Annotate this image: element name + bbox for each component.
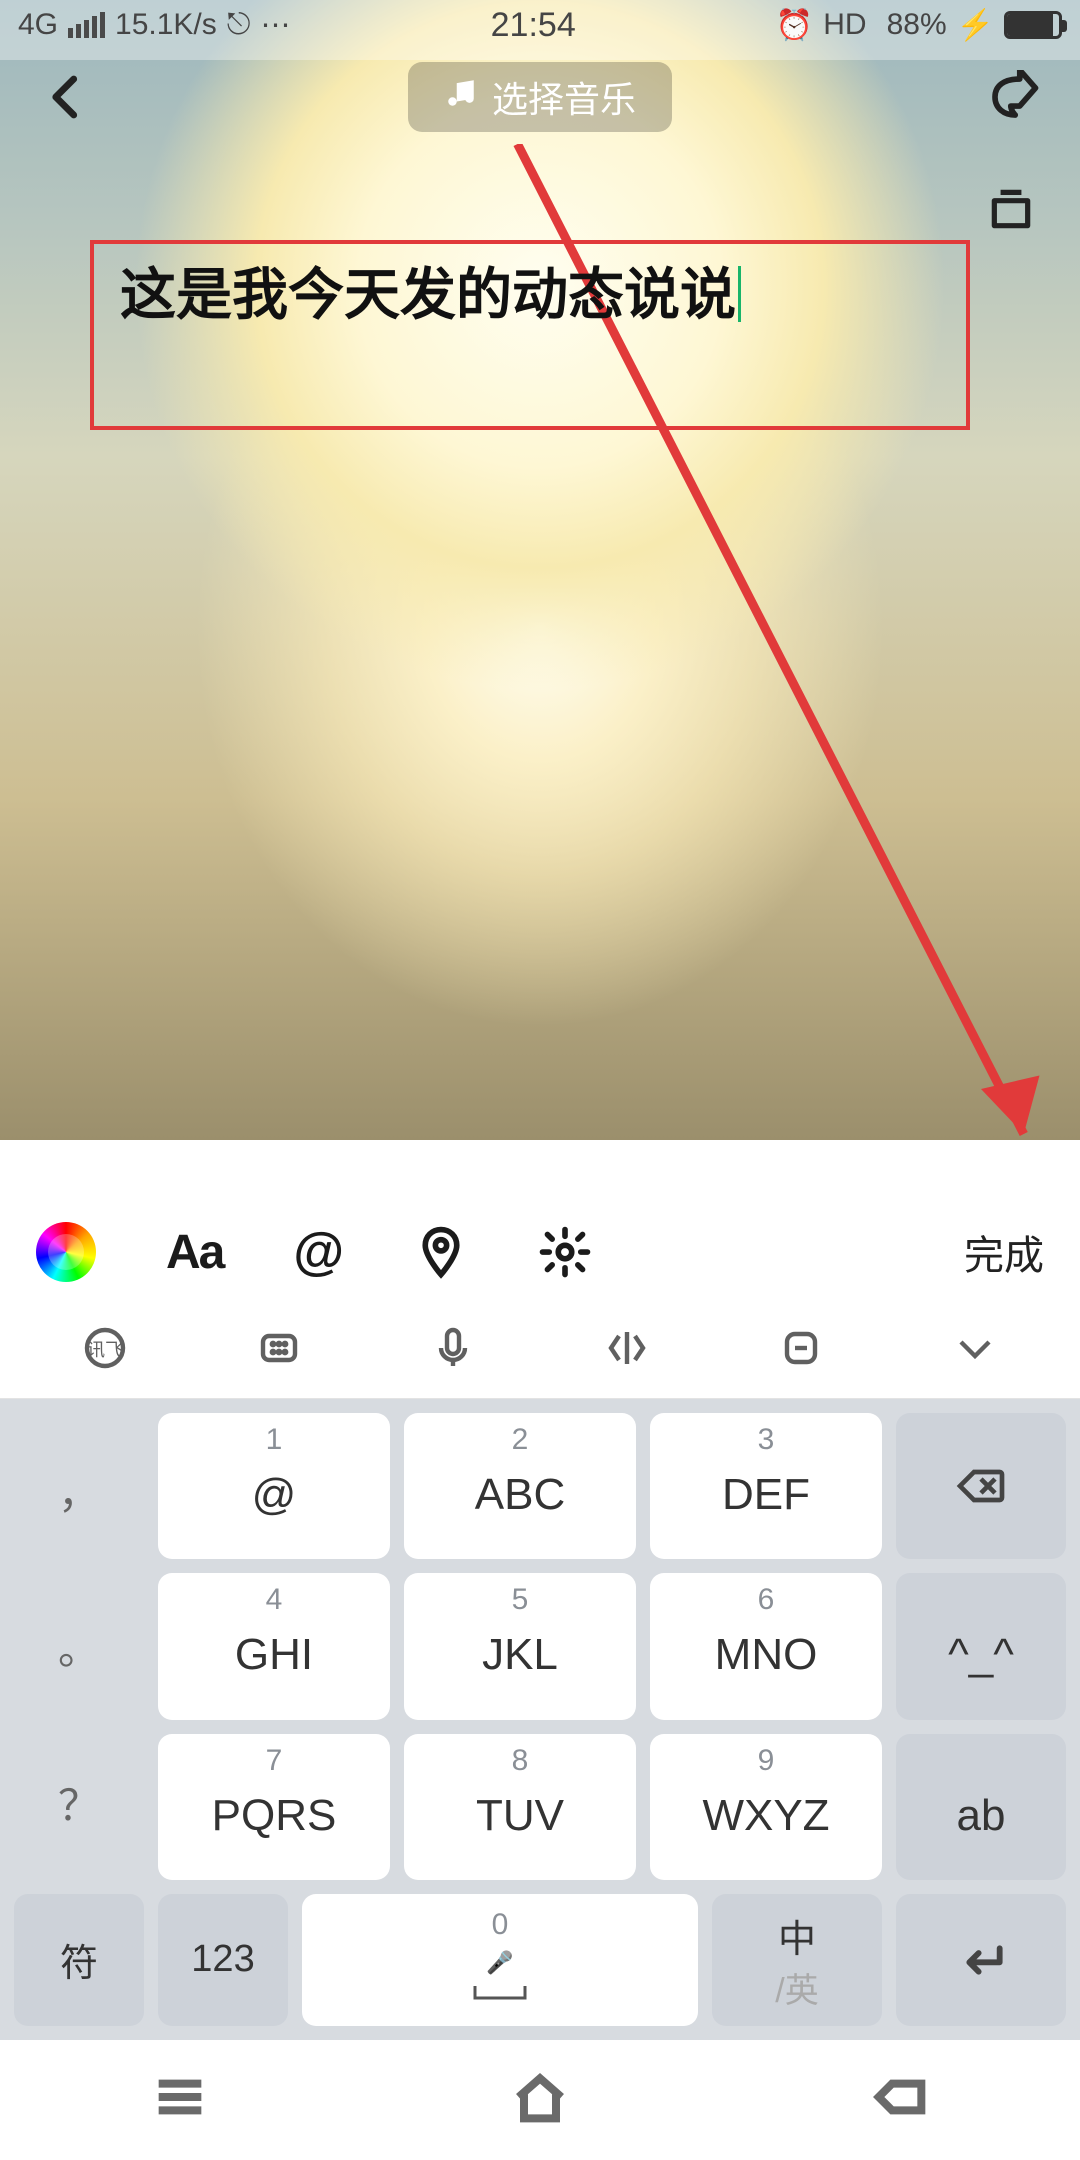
- more-icon: ⋯: [261, 8, 291, 43]
- text-cursor: [738, 266, 741, 322]
- key-space[interactable]: 0 🎤: [302, 1894, 698, 2026]
- punct-column[interactable]: ， 。 ？ ！: [14, 1413, 144, 1880]
- voice-input-button[interactable]: [378, 1324, 528, 1372]
- choose-music-button[interactable]: 选择音乐: [408, 62, 672, 132]
- aspect-button[interactable]: [986, 184, 1036, 234]
- hd-label: HD: [823, 8, 866, 42]
- key-4[interactable]: 4GHI: [158, 1573, 390, 1719]
- key-symbols[interactable]: 符: [14, 1894, 144, 2026]
- key-backspace[interactable]: [896, 1413, 1066, 1559]
- keyboard-layout-button[interactable]: [204, 1324, 354, 1372]
- key-language[interactable]: 中/英: [712, 1894, 882, 2026]
- key-emoji[interactable]: ^_^: [896, 1573, 1066, 1719]
- battery-icon: [1004, 11, 1062, 39]
- color-picker-button[interactable]: [36, 1222, 96, 1282]
- mic-icon: 🎤: [486, 1950, 513, 1976]
- nav-back-button[interactable]: [868, 2065, 932, 2134]
- key-9[interactable]: 9WXYZ: [650, 1734, 882, 1880]
- clipboard-button[interactable]: [726, 1324, 876, 1372]
- charging-icon: ⚡: [957, 8, 994, 43]
- key-5[interactable]: 5JKL: [404, 1573, 636, 1719]
- key-123[interactable]: 123: [158, 1894, 288, 2026]
- done-button[interactable]: 完成: [964, 1223, 1044, 1281]
- key-1[interactable]: 1@: [158, 1413, 390, 1559]
- keyboard-toolbar: 讯飞: [0, 1299, 1080, 1399]
- font-button[interactable]: Aa: [166, 1225, 223, 1280]
- location-button[interactable]: [414, 1225, 468, 1279]
- mention-button[interactable]: @: [293, 1222, 344, 1282]
- key-8[interactable]: 8TUV: [404, 1734, 636, 1880]
- ime-logo-button[interactable]: 讯飞: [30, 1324, 180, 1372]
- key-6[interactable]: 6MNO: [650, 1573, 882, 1719]
- status-bar: 4G 15.1K/s ⎋ ⋯ 21:54 ⏰ HD 88% ⚡: [0, 0, 1080, 51]
- key-enter[interactable]: [896, 1894, 1066, 2026]
- svg-text:讯飞: 讯飞: [87, 1340, 123, 1360]
- compose-area: 这是我今天发的动态说说: [0, 144, 1080, 1207]
- system-navbar: [0, 2040, 1080, 2160]
- key-3[interactable]: 3DEF: [650, 1413, 882, 1559]
- key-ab[interactable]: ab: [896, 1734, 1066, 1880]
- music-icon: [444, 76, 478, 119]
- choose-music-label: 选择音乐: [492, 71, 636, 123]
- usb-icon: ⎋: [227, 8, 251, 42]
- share-button[interactable]: [986, 70, 1040, 124]
- clock-label: 21:54: [491, 6, 576, 45]
- keyboard: 讯飞 ， 。 ？ ！ 1@ 2ABC 3DEF 4GHI 5JKL 6MNO: [0, 1299, 1080, 2160]
- compose-toolbar: Aa @ 完成: [0, 1206, 1080, 1299]
- nav-menu-button[interactable]: [148, 2065, 212, 2134]
- battery-label: 88%: [887, 8, 947, 42]
- alarm-icon: ⏰: [776, 8, 813, 43]
- collapse-keyboard-button[interactable]: [900, 1324, 1050, 1372]
- nav-home-button[interactable]: [508, 2065, 572, 2134]
- app-header: 选择音乐: [0, 51, 1080, 144]
- key-2[interactable]: 2ABC: [404, 1413, 636, 1559]
- speed-label: 15.1K/s: [115, 8, 217, 42]
- key-7[interactable]: 7PQRS: [158, 1734, 390, 1880]
- back-button[interactable]: [40, 70, 94, 124]
- cursor-move-button[interactable]: [552, 1324, 702, 1372]
- signal-icon: [68, 12, 105, 38]
- network-label: 4G: [18, 8, 58, 42]
- settings-button[interactable]: [538, 1225, 592, 1279]
- post-text-input[interactable]: 这是我今天发的动态说说: [120, 252, 940, 338]
